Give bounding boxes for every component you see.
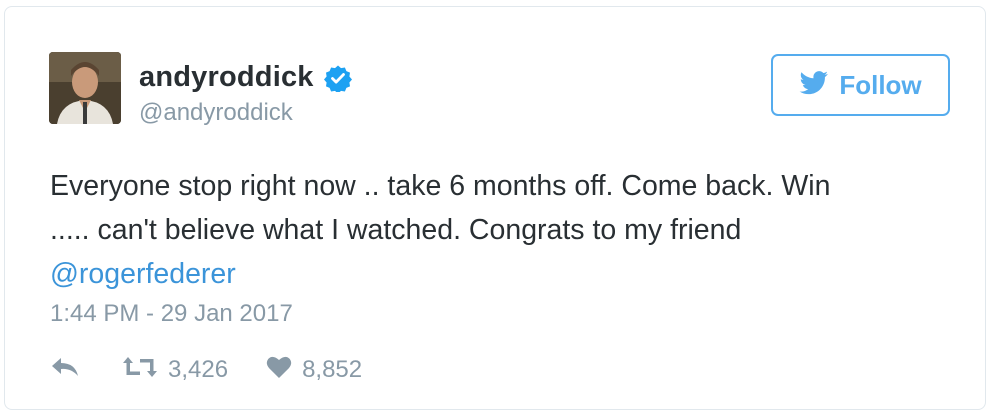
tweet-timestamp[interactable]: 1:44 PM - 29 Jan 2017	[50, 300, 293, 328]
twitter-bird-icon	[799, 70, 829, 100]
like-button[interactable]: 8,852	[266, 355, 362, 386]
follow-button-label: Follow	[839, 69, 922, 100]
heart-icon	[266, 355, 292, 386]
retweet-icon	[122, 355, 158, 386]
like-count: 8,852	[302, 356, 363, 383]
tweet-actions: 3,426 8,852	[50, 352, 362, 388]
user-name-row: andyroddick	[139, 61, 352, 94]
tweet-text: Everyone stop right now .. take 6 months…	[50, 164, 950, 296]
tweet-card: andyroddick @andyroddick Follow Everyone…	[4, 6, 986, 410]
avatar-image	[49, 52, 121, 124]
mention-link[interactable]: @rogerfederer	[50, 252, 950, 296]
reply-icon	[50, 356, 80, 385]
reply-button[interactable]	[50, 356, 80, 385]
tweet-text-line-2: ..... can't believe what I watched. Cong…	[50, 214, 742, 246]
tweet-text-line-1: Everyone stop right now .. take 6 months…	[50, 170, 831, 202]
display-name[interactable]: andyroddick	[139, 61, 314, 94]
retweet-button[interactable]: 3,426	[122, 355, 228, 386]
follow-button[interactable]: Follow	[771, 54, 950, 116]
user-handle[interactable]: @andyroddick	[139, 99, 293, 127]
avatar[interactable]	[49, 52, 121, 124]
retweet-count: 3,426	[168, 356, 229, 383]
verified-badge-icon	[323, 64, 352, 92]
